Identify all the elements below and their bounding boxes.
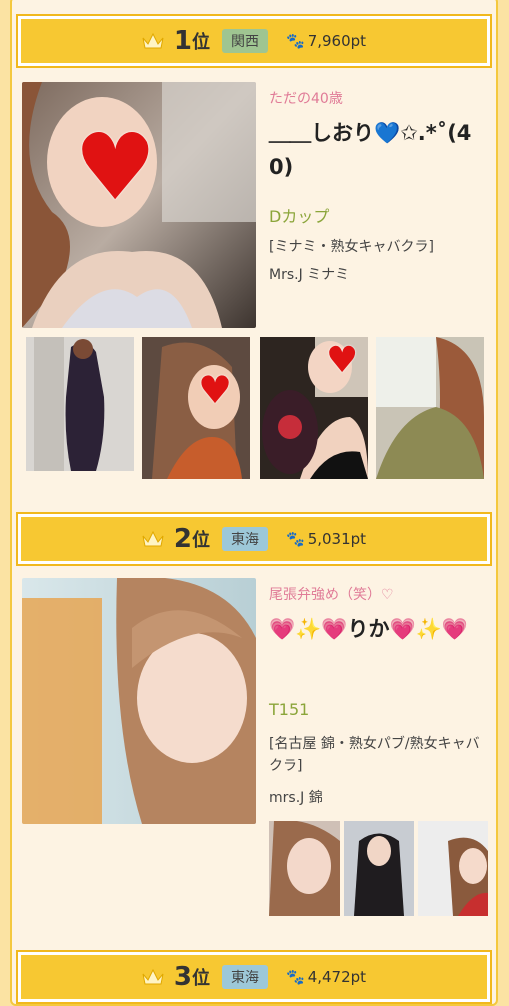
heart-sticker: ♥ — [198, 368, 233, 412]
main-photo[interactable]: ♥ — [22, 82, 256, 328]
rank-1-header: 1 位 関西 🐾 7,960pt — [16, 14, 492, 68]
rank-suffix: 位 — [192, 968, 211, 989]
tagline: ただの40歳 — [269, 91, 343, 107]
rank-suffix: 位 — [192, 32, 211, 53]
area-genre: [名古屋 錦・熟女パブ/熟女キャバクラ] — [269, 736, 480, 774]
cast-name[interactable]: 💗✨💗りか💗✨💗 — [269, 612, 493, 646]
thumb-photo[interactable] — [418, 821, 488, 916]
cup-size: Dカップ — [269, 207, 330, 226]
paw-icon: 🐾 — [286, 32, 305, 50]
thumb-photo[interactable] — [344, 821, 414, 916]
region-badge: 東海 — [222, 965, 269, 989]
tagline: 尾張弁強め（笑）♡ — [269, 587, 394, 603]
region-badge: 関西 — [222, 29, 269, 53]
heart-sticker: ♥ — [74, 114, 157, 221]
thumb-photo[interactable]: ♥ — [142, 337, 250, 479]
thumb-photo[interactable] — [269, 821, 340, 916]
paw-icon: 🐾 — [286, 968, 305, 986]
cup-size: T151 — [269, 700, 310, 719]
thumb-photo[interactable] — [376, 337, 484, 479]
heart-sticker: ♥ — [326, 340, 359, 381]
thumb-photo[interactable]: ♥ — [260, 337, 368, 479]
shop-name[interactable]: Mrs.J ミナミ — [269, 264, 349, 284]
thumb-photo[interactable] — [26, 337, 134, 471]
area-genre: [ミナミ・熟女キャバクラ] — [269, 239, 434, 255]
main-photo[interactable] — [22, 578, 256, 824]
rank-number: 1 — [173, 26, 193, 56]
crown-icon — [142, 530, 164, 547]
points: 7,960pt — [307, 32, 367, 50]
crown-icon — [142, 32, 164, 49]
crown-icon — [142, 968, 164, 985]
points: 4,472pt — [307, 968, 367, 986]
rank-suffix: 位 — [192, 530, 211, 551]
rank-number: 3 — [173, 962, 193, 992]
rank-3-header: 3 位 東海 🐾 4,472pt — [16, 950, 492, 1004]
region-badge: 東海 — [222, 527, 269, 551]
rank-2-header: 2 位 東海 🐾 5,031pt — [16, 512, 492, 566]
shop-name[interactable]: mrs.J 錦 — [269, 787, 323, 807]
paw-icon: 🐾 — [286, 530, 305, 548]
cast-name[interactable]: ＿＿しおり💙✩.*˚(40) — [269, 116, 493, 184]
rank-number: 2 — [173, 524, 193, 554]
points: 5,031pt — [307, 530, 367, 548]
